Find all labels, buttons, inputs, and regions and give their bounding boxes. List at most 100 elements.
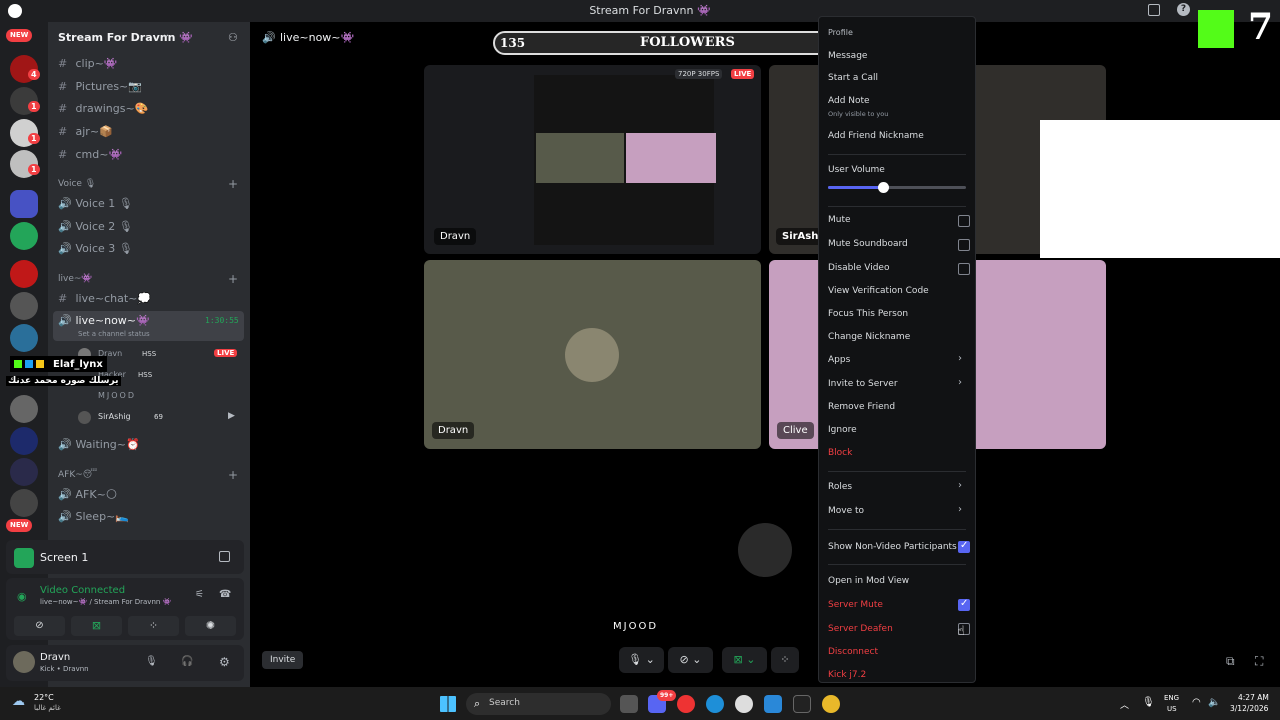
menu-item-start-call[interactable]: Start a Call: [828, 73, 878, 83]
menu-item-disconnect[interactable]: Disconnect: [828, 647, 878, 657]
menu-item-mute[interactable]: Mute: [828, 215, 851, 225]
start-icon[interactable]: [440, 696, 456, 712]
folder-icon[interactable]: [10, 190, 38, 218]
category-afk[interactable]: AFK~😴: [58, 470, 97, 480]
steam-icon[interactable]: [735, 695, 753, 713]
member-row[interactable]: MJOOD: [78, 390, 244, 404]
disable-video-checkbox[interactable]: [958, 263, 970, 275]
store-icon[interactable]: [764, 695, 782, 713]
gear-icon[interactable]: ⚙: [219, 655, 230, 669]
lang-primary[interactable]: ENG: [1164, 694, 1179, 702]
menu-item-focus[interactable]: Focus This Person: [828, 309, 908, 319]
menu-item-remove-friend[interactable]: Remove Friend: [828, 402, 895, 412]
channel-item[interactable]: # live~chat~💭: [58, 292, 151, 305]
category-live[interactable]: live~👾: [58, 274, 93, 284]
menu-item-block[interactable]: Block: [828, 448, 852, 458]
signal-icon[interactable]: ◉: [17, 590, 27, 603]
menu-item-add-nickname[interactable]: Add Friend Nickname: [828, 131, 924, 141]
menu-item-profile[interactable]: Profile: [828, 28, 853, 37]
camera-off-button[interactable]: ⊘: [14, 616, 65, 636]
weather-icon[interactable]: ☁: [12, 694, 25, 709]
connection-location[interactable]: live~now~👾 / Stream For Dravnn 👾: [40, 598, 171, 606]
disconnect-icon[interactable]: ☎: [219, 589, 231, 600]
headphones-icon[interactable]: 🎧: [181, 656, 193, 667]
show-non-video-checkbox[interactable]: [958, 540, 970, 553]
server-icon[interactable]: [10, 292, 38, 320]
add-channel-icon[interactable]: +: [228, 177, 238, 191]
volume-icon[interactable]: 🔈: [1208, 697, 1220, 708]
task-view-icon[interactable]: [620, 695, 638, 713]
menu-item-server-deafen[interactable]: Server Deafen: [828, 624, 893, 634]
app-icon[interactable]: [677, 695, 695, 713]
add-channel-icon[interactable]: +: [228, 272, 238, 286]
chevron-down-icon[interactable]: ⌄: [162, 29, 170, 40]
server-icon[interactable]: [10, 260, 38, 288]
participant-tile[interactable]: [424, 260, 761, 449]
mute-soundboard-checkbox[interactable]: [958, 239, 970, 251]
channel-item[interactable]: # clip~👾: [58, 57, 118, 70]
channel-status[interactable]: Set a channel status: [78, 330, 150, 338]
server-icon[interactable]: [10, 489, 38, 517]
server-name[interactable]: Stream For Dravnn 👾: [58, 31, 193, 44]
menu-item-kick[interactable]: Kick j7.2: [828, 670, 866, 680]
invite-button[interactable]: Invite: [262, 651, 304, 669]
avatar[interactable]: [13, 651, 35, 673]
mute-checkbox[interactable]: [958, 215, 970, 227]
menu-item-verification[interactable]: View Verification Code: [828, 286, 929, 296]
weather-temp[interactable]: 22°C: [34, 693, 54, 702]
taskbar-search[interactable]: [466, 693, 611, 715]
app-icon[interactable]: [793, 695, 811, 713]
fullscreen-icon[interactable]: ⛶: [1255, 654, 1263, 669]
server-icon[interactable]: [10, 222, 38, 250]
chrome-icon[interactable]: [822, 695, 840, 713]
volume-slider-handle[interactable]: [878, 182, 889, 193]
wifi-icon[interactable]: ◠: [1192, 697, 1201, 708]
noise-suppression-icon[interactable]: ⚟: [195, 589, 204, 600]
menu-item-ignore[interactable]: Ignore: [828, 425, 857, 435]
tray-chevron-icon[interactable]: ︿: [1120, 698, 1129, 711]
voice-channel[interactable]: 🔊 Voice 3 🎙: [58, 242, 133, 255]
category-voice[interactable]: Voice 🎙: [58, 179, 96, 189]
channel-item[interactable]: # ajr~📦: [58, 125, 113, 138]
connection-status[interactable]: Video Connected: [40, 585, 125, 596]
menu-item-message[interactable]: Message: [828, 51, 867, 61]
server-icon[interactable]: [10, 427, 38, 455]
voice-channel[interactable]: 🔊 Voice 1 🎙: [58, 197, 133, 210]
inbox-icon[interactable]: [1148, 4, 1160, 16]
mic-icon[interactable]: 🎙: [145, 656, 158, 667]
menu-item-mute-soundboard[interactable]: Mute Soundboard: [828, 239, 908, 249]
menu-item-invite[interactable]: Invite to Server: [828, 379, 898, 389]
menu-item-mod-view[interactable]: Open in Mod View: [828, 576, 909, 586]
channel-item[interactable]: # cmd~👾: [58, 148, 122, 161]
server-icon[interactable]: [10, 395, 38, 423]
voice-channel[interactable]: 🔊 AFK~🌕: [58, 488, 117, 501]
member-row[interactable]: SirAshig 69 ▶: [78, 411, 244, 425]
stream-tile[interactable]: [424, 65, 761, 254]
popout-icon[interactable]: ⧉: [1226, 654, 1235, 669]
channel-item[interactable]: # drawings~🎨: [58, 102, 148, 115]
stop-stream-button[interactable]: ⊠: [71, 616, 122, 636]
voice-channel[interactable]: 🔊 Waiting~⏰: [58, 438, 140, 451]
server-mute-checkbox[interactable]: [958, 598, 970, 611]
menu-item-roles[interactable]: Roles: [828, 482, 852, 492]
activity-button[interactable]: ⁘: [128, 616, 179, 636]
voice-channel[interactable]: 🔊 Sleep~🛌: [58, 510, 129, 523]
menu-item-move-to[interactable]: Move to: [828, 506, 864, 516]
tray-mic-icon[interactable]: 🎙: [1142, 697, 1155, 708]
popout-icon[interactable]: [219, 551, 230, 562]
server-icon[interactable]: [10, 324, 38, 352]
server-icon[interactable]: [10, 458, 38, 486]
camera-button[interactable]: ⊘ ⌄: [668, 647, 713, 673]
edge-icon[interactable]: [706, 695, 724, 713]
soundboard-button[interactable]: ✺: [185, 616, 236, 636]
screen-share-button[interactable]: ⊠ ⌄: [722, 647, 767, 673]
channel-item[interactable]: # Pictures~📷: [58, 80, 142, 93]
mic-button[interactable]: 🎙 ⌄: [619, 647, 664, 673]
clock-time[interactable]: 4:27 AM: [1238, 693, 1269, 702]
menu-item-server-mute[interactable]: Server Mute: [828, 600, 883, 610]
help-icon[interactable]: ?: [1177, 3, 1190, 16]
menu-item-disable-video[interactable]: Disable Video: [828, 263, 889, 273]
add-channel-icon[interactable]: +: [228, 468, 238, 482]
menu-item-show-non-video[interactable]: Show Non-Video Participants: [828, 542, 957, 552]
voice-channel[interactable]: 🔊 Voice 2 🎙: [58, 220, 133, 233]
